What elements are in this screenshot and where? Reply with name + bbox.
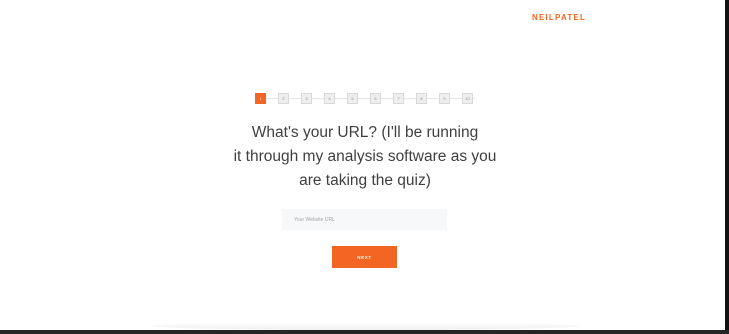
brand-logo[interactable]: NEILPATEL: [532, 13, 586, 22]
bottom-shadow: [150, 322, 580, 330]
website-url-input[interactable]: [282, 209, 447, 230]
step-4[interactable]: 4: [324, 93, 335, 104]
progress-steps: 1 2 3 4 5 6 7 8 9 10: [255, 93, 475, 104]
bottom-window-edge: [0, 330, 729, 334]
step-8[interactable]: 8: [416, 93, 427, 104]
step-6[interactable]: 6: [370, 93, 381, 104]
next-button[interactable]: NEXT: [332, 246, 397, 268]
right-window-edge: [725, 0, 729, 334]
step-2[interactable]: 2: [278, 93, 289, 104]
step-9[interactable]: 9: [439, 93, 450, 104]
quiz-page: NEILPATEL 1 2 3 4 5 6 7 8 9 10 What's yo…: [0, 0, 725, 330]
step-1[interactable]: 1: [255, 93, 266, 104]
question-line-3: are taking the quiz): [299, 172, 431, 189]
step-7[interactable]: 7: [393, 93, 404, 104]
step-5[interactable]: 5: [347, 93, 358, 104]
step-10[interactable]: 10: [462, 93, 473, 104]
quiz-question: What's your URL? (I'll be running it thr…: [200, 121, 530, 193]
question-line-1: What's your URL? (I'll be running: [251, 124, 479, 141]
step-3[interactable]: 3: [301, 93, 312, 104]
question-line-2: it through my analysis software as you: [233, 148, 497, 165]
